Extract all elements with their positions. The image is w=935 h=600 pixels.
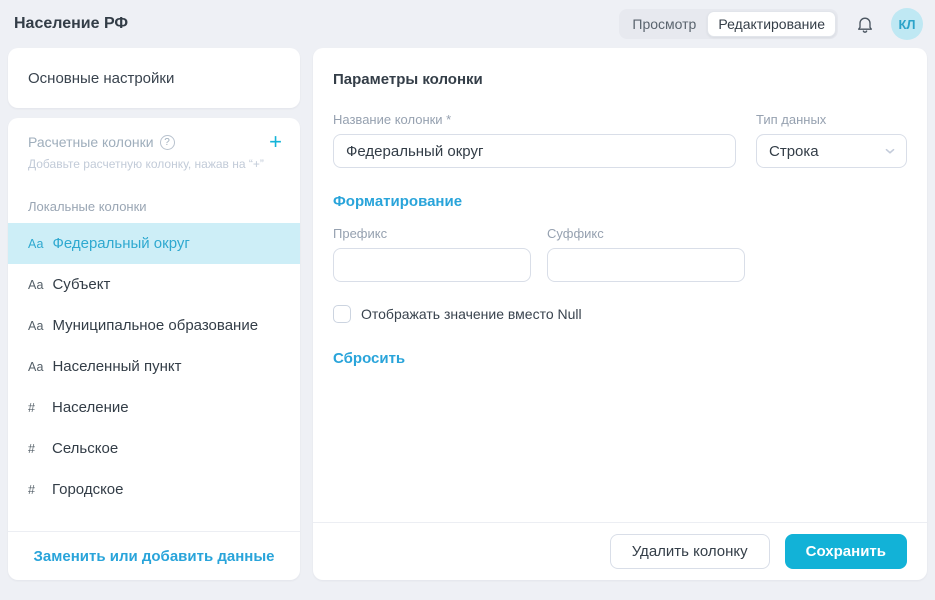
column-type-icon: Аа	[28, 237, 43, 251]
columns-list: Аа Федеральный округ Аа Субъект Аа Муниц…	[8, 223, 300, 510]
column-label: Муниципальное образование	[52, 317, 258, 334]
list-item[interactable]: # Сельское	[8, 428, 300, 469]
sidebar-footer: Заменить или добавить данные	[8, 531, 300, 580]
replace-data-link[interactable]: Заменить или добавить данные	[34, 548, 275, 565]
notifications-bell-icon[interactable]	[854, 13, 876, 35]
data-type-value: Строка	[769, 143, 819, 160]
column-type-icon: Аа	[28, 278, 43, 292]
mode-edit-button[interactable]: Редактирование	[707, 11, 836, 37]
add-column-button[interactable]: +	[267, 131, 284, 153]
column-type-icon: #	[28, 401, 43, 415]
list-item[interactable]: Аа Населенный пункт	[8, 346, 300, 387]
panel-footer: Удалить колонку Сохранить	[313, 522, 927, 580]
list-item[interactable]: Аа Субъект	[8, 264, 300, 305]
calculated-columns-title: Расчетные колонки	[28, 134, 154, 150]
prefix-field-group: Префикс	[333, 226, 531, 282]
column-label: Население	[52, 399, 129, 416]
column-type-icon: Аа	[28, 319, 43, 333]
column-label: Населенный пункт	[52, 358, 181, 375]
delete-column-button[interactable]: Удалить колонку	[610, 534, 770, 569]
top-bar: Население РФ Просмотр Редактирование КЛ	[0, 0, 935, 48]
column-label: Федеральный округ	[52, 235, 189, 252]
suffix-field-group: Суффикс	[547, 226, 745, 282]
columns-card: Расчетные колонки ? + Добавьте расчетную…	[8, 118, 300, 580]
local-columns-label: Локальные колонки	[8, 171, 300, 223]
suffix-input[interactable]	[547, 248, 745, 282]
help-icon[interactable]: ?	[160, 135, 175, 150]
sidebar-item-main-settings[interactable]: Основные настройки	[8, 48, 300, 108]
mode-view-button[interactable]: Просмотр	[621, 11, 707, 37]
column-name-input[interactable]	[333, 134, 736, 168]
column-label: Субъект	[52, 276, 110, 293]
list-item[interactable]: Аа Муниципальное образование	[8, 305, 300, 346]
prefix-label: Префикс	[333, 226, 531, 241]
list-item[interactable]: # Городское	[8, 469, 300, 510]
list-item[interactable]: # Население	[8, 387, 300, 428]
mode-toggle: Просмотр Редактирование	[619, 9, 838, 39]
sidebar: Основные настройки Расчетные колонки ? +…	[8, 48, 300, 580]
data-type-label: Тип данных	[756, 112, 907, 127]
null-value-checkbox-label: Отображать значение вместо Null	[361, 306, 582, 322]
data-type-select[interactable]: Строка	[756, 134, 907, 168]
formatting-link[interactable]: Форматирование	[333, 193, 907, 210]
calculated-columns-header: Расчетные колонки ? + Добавьте расчетную…	[8, 118, 300, 171]
chevron-down-icon	[883, 144, 897, 158]
reset-link[interactable]: Сбросить	[333, 350, 907, 367]
column-form: Название колонки * Тип данных Строка	[313, 88, 927, 522]
column-type-icon: #	[28, 442, 43, 456]
page-title: Население РФ	[14, 15, 128, 33]
save-button[interactable]: Сохранить	[785, 534, 907, 569]
suffix-label: Суффикс	[547, 226, 745, 241]
null-value-checkbox[interactable]	[333, 305, 351, 323]
content-area: Основные настройки Расчетные колонки ? +…	[0, 48, 935, 580]
column-label: Городское	[52, 481, 123, 498]
column-type-icon: Аа	[28, 360, 43, 374]
null-value-checkbox-row[interactable]: Отображать значение вместо Null	[333, 305, 907, 323]
column-label: Сельское	[52, 440, 118, 457]
panel-title: Параметры колонки	[313, 48, 927, 88]
calculated-columns-hint: Добавьте расчетную колонку, нажав на “+”	[28, 157, 284, 171]
column-name-field-group: Название колонки *	[333, 112, 736, 168]
column-type-icon: #	[28, 483, 43, 497]
list-item[interactable]: Аа Федеральный округ	[8, 223, 300, 264]
user-avatar[interactable]: КЛ	[891, 8, 923, 40]
column-settings-panel: Параметры колонки Название колонки * Тип…	[313, 48, 927, 580]
main-settings-label: Основные настройки	[28, 70, 174, 87]
column-name-label: Название колонки *	[333, 112, 736, 127]
prefix-input[interactable]	[333, 248, 531, 282]
data-type-field-group: Тип данных Строка	[756, 112, 907, 168]
